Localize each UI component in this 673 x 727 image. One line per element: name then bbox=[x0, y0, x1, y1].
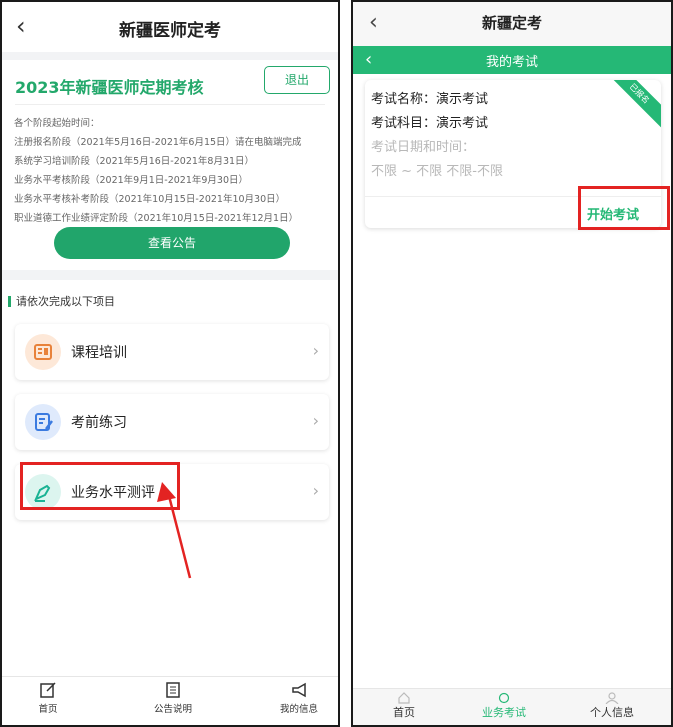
megaphone-icon bbox=[292, 682, 306, 698]
highlight-box bbox=[578, 186, 670, 230]
stage-line: 注册报名阶段（2021年5月16日-2021年6月15日）请在电脑端完成 bbox=[14, 137, 302, 148]
tab-home[interactable]: 首页 bbox=[389, 692, 419, 720]
course-training-item[interactable]: 课程培训 › bbox=[15, 324, 329, 380]
section-title: 请依次完成以下项目 bbox=[16, 295, 115, 308]
tab-notice[interactable]: 公告说明 bbox=[148, 681, 198, 715]
tab-label: 首页 bbox=[38, 704, 58, 715]
exam-name: 考试名称：演示考试 bbox=[371, 92, 489, 107]
course-training-icon bbox=[25, 334, 61, 370]
practice-icon bbox=[25, 404, 61, 440]
tab-label: 首页 bbox=[393, 706, 415, 719]
sub-header: ‹ 我的考试 bbox=[353, 46, 671, 74]
tab-label: 业务考试 bbox=[482, 706, 526, 719]
status-ribbon: 已报名 bbox=[605, 80, 661, 128]
chevron-right-icon: › bbox=[312, 411, 319, 430]
top-bar: ‹ 新疆医师定考 bbox=[2, 2, 338, 52]
logout-button[interactable]: 退出 bbox=[264, 66, 330, 94]
notice-icon bbox=[166, 682, 180, 698]
card-heading: 2023年新疆医师定期考核 bbox=[15, 78, 204, 97]
tab-my-info[interactable]: 我的信息 bbox=[274, 681, 324, 715]
divider bbox=[15, 104, 325, 105]
stage-line: 业务水平考核补考阶段（2021年10月15日-2021年10月30日） bbox=[14, 194, 286, 205]
assessment-card: 2023年新疆医师定期考核 退出 各个阶段起始时间： 注册报名阶段（2021年5… bbox=[2, 60, 338, 270]
exam-subject: 考试科目：演示考试 bbox=[371, 116, 489, 131]
left-screenshot: ‹ 新疆医师定考 2023年新疆医师定期考核 退出 各个阶段起始时间： 注册报名… bbox=[0, 0, 340, 727]
sub-title: 我的考试 bbox=[485, 55, 538, 70]
bottom-tab-bar: 首页 公告说明 我的信息 bbox=[2, 676, 338, 725]
tab-label: 个人信息 bbox=[590, 706, 634, 719]
stage-line: 职业道德工作业绩评定阶段（2021年10月15日-2021年12月1日） bbox=[14, 213, 299, 224]
stage-line: 各个阶段起始时间： bbox=[14, 118, 100, 129]
page-title: 新疆定考 bbox=[481, 14, 542, 32]
exam-icon bbox=[498, 692, 510, 704]
stage-info: 各个阶段起始时间： 注册报名阶段（2021年5月16日-2021年6月15日）请… bbox=[14, 114, 302, 228]
bottom-tab-bar: 首页 业务考试 个人信息 bbox=[353, 688, 671, 725]
item-label: 课程培训 bbox=[71, 345, 127, 361]
section-accent-bar bbox=[8, 296, 11, 307]
edit-icon bbox=[40, 682, 56, 698]
chevron-right-icon: › bbox=[312, 341, 319, 360]
tab-label: 我的信息 bbox=[279, 704, 318, 715]
right-screenshot: ‹ 新疆定考 ‹ 我的考试 已报名 考试名称：演示考试 考试科目：演示考试 考试… bbox=[351, 0, 673, 727]
stage-line: 业务水平考核阶段（2021年9月1日-2021年9月30日） bbox=[14, 175, 249, 186]
chevron-right-icon: › bbox=[312, 481, 319, 500]
tab-business-exam[interactable]: 业务考试 bbox=[479, 692, 529, 720]
tab-personal-info[interactable]: 个人信息 bbox=[587, 692, 637, 720]
person-icon bbox=[605, 692, 619, 704]
practice-item[interactable]: 考前练习 › bbox=[15, 394, 329, 450]
pointer-arrow-icon bbox=[157, 482, 192, 579]
exam-datetime-label: 考试日期和时间： bbox=[371, 140, 476, 155]
exam-list: 已报名 考试名称：演示考试 考试科目：演示考试 考试日期和时间： 不限 ~ 不限… bbox=[353, 74, 671, 689]
item-label: 考前练习 bbox=[71, 415, 127, 431]
tab-label: 公告说明 bbox=[153, 704, 192, 715]
stage-line: 系统学习培训阶段（2021年5月16日-2021年8月31日） bbox=[14, 156, 255, 167]
home-icon bbox=[398, 692, 410, 704]
view-notice-button[interactable]: 查看公告 bbox=[54, 227, 290, 259]
top-bar: ‹ 新疆定考 bbox=[353, 2, 671, 46]
exam-datetime-value: 不限 ~ 不限 不限-不限 bbox=[371, 164, 503, 179]
tab-home[interactable]: 首页 bbox=[28, 681, 68, 715]
page-title: 新疆医师定考 bbox=[119, 21, 221, 41]
